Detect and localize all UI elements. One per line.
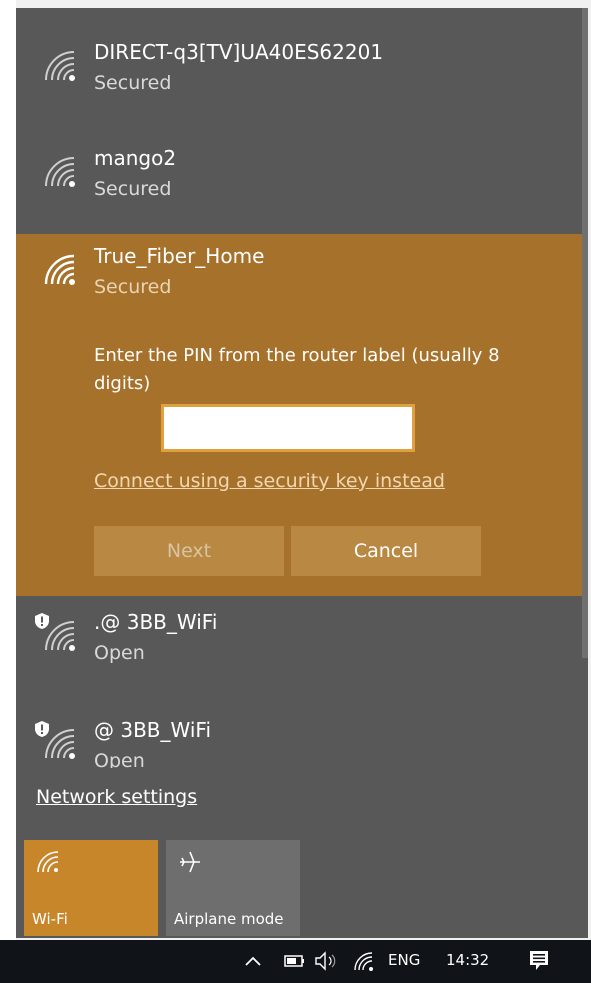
- network-flyout: DIRECT-q3[TV]UA40ES62201 Secured mango2 …: [16, 8, 588, 938]
- next-button[interactable]: Next: [94, 526, 284, 576]
- network-item-direct-tv[interactable]: DIRECT-q3[TV]UA40ES62201 Secured: [16, 30, 588, 126]
- notifications-icon[interactable]: [528, 949, 550, 973]
- clock[interactable]: 14:32: [446, 951, 489, 969]
- network-status: Open: [94, 642, 145, 664]
- wifi-icon: [37, 851, 59, 873]
- network-name: DIRECT-q3[TV]UA40ES62201: [94, 40, 384, 64]
- chevron-up-icon[interactable]: [244, 954, 262, 968]
- airplane-tile-label: Airplane mode: [174, 910, 284, 928]
- wifi-tile-label: Wi-Fi: [32, 910, 68, 928]
- network-name: mango2: [94, 146, 177, 170]
- network-status: Secured: [94, 72, 172, 94]
- volume-icon[interactable]: [314, 951, 342, 971]
- scrollbar[interactable]: [582, 8, 588, 658]
- network-item-mango2[interactable]: mango2 Secured: [16, 136, 588, 232]
- network-item-3bb-wifi-1[interactable]: .@ 3BB_WiFi Open: [16, 600, 588, 696]
- taskbar: ENG 14:32: [0, 940, 591, 983]
- network-status: Secured: [94, 178, 172, 200]
- battery-icon[interactable]: [284, 953, 306, 969]
- wifi-icon: [45, 621, 75, 651]
- wifi-icon: [45, 51, 75, 81]
- wifi-icon[interactable]: [352, 950, 376, 972]
- network-status: Secured: [94, 276, 172, 298]
- network-name: .@ 3BB_WiFi: [94, 610, 218, 634]
- network-item-3bb-wifi-2[interactable]: @ 3BB_WiFi Open: [16, 708, 588, 768]
- security-key-link[interactable]: Connect using a security key instead: [94, 470, 445, 492]
- airplane-mode-tile[interactable]: Airplane mode: [166, 840, 300, 936]
- pin-prompt: Enter the PIN from the router label (usu…: [94, 345, 500, 394]
- network-name: @ 3BB_WiFi: [94, 718, 212, 742]
- wifi-icon: [45, 729, 75, 759]
- cancel-button[interactable]: Cancel: [291, 526, 481, 576]
- airplane-icon: [180, 851, 200, 873]
- network-item-true-fiber-home[interactable]: True_Fiber_Home Secured Enter the PIN fr…: [16, 234, 588, 596]
- pin-input[interactable]: [161, 404, 415, 452]
- input-language[interactable]: ENG: [388, 951, 420, 969]
- network-name: True_Fiber_Home: [94, 244, 265, 268]
- background-window-edge: [0, 0, 16, 940]
- wifi-icon: [45, 157, 75, 187]
- network-status: Open: [94, 750, 145, 768]
- wifi-toggle-tile[interactable]: Wi-Fi: [24, 840, 158, 936]
- wifi-icon: [44, 254, 75, 285]
- network-settings-link[interactable]: Network settings: [36, 786, 197, 808]
